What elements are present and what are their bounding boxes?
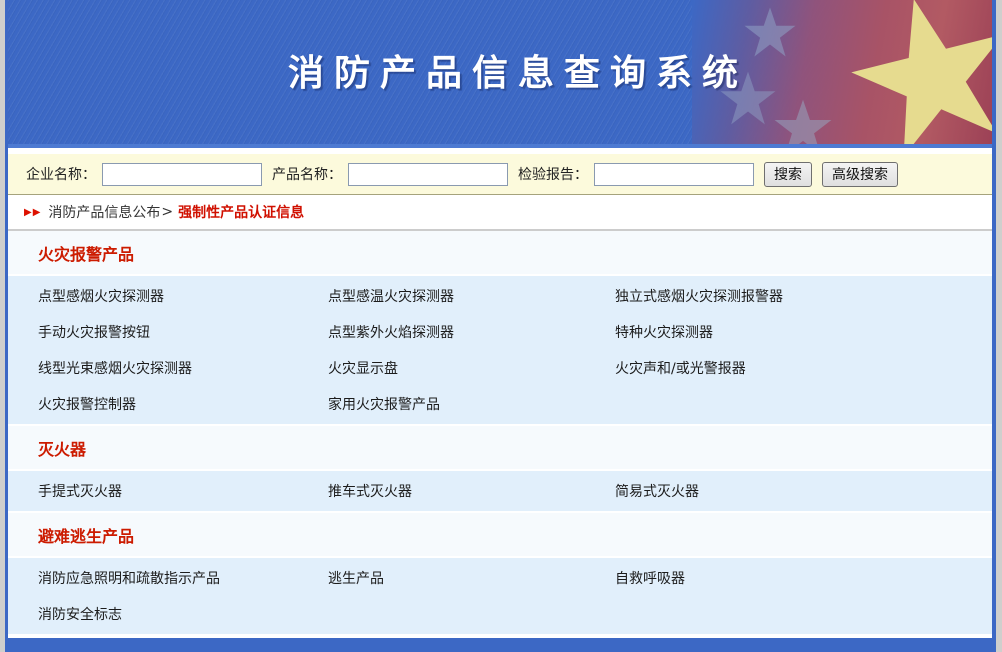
advanced-search-button[interactable]: 高级搜索 xyxy=(822,162,898,187)
product-link[interactable]: 消防应急照明和疏散指示产品 xyxy=(38,568,328,588)
section-title: 火灾报警产品 xyxy=(8,231,992,276)
empty-cell xyxy=(615,394,992,414)
product-link[interactable]: 火灾声和/或光警报器 xyxy=(615,358,992,378)
product-row: 点型感烟火灾探测器点型感温火灾探测器独立式感烟火灾探测报警器 xyxy=(8,278,992,314)
section-items: 手提式灭火器推车式灭火器简易式灭火器 xyxy=(8,471,992,513)
product-link[interactable]: 逃生产品 xyxy=(328,568,615,588)
product-link[interactable]: 线型光束感烟火灾探测器 xyxy=(38,358,328,378)
company-name-input[interactable] xyxy=(102,163,262,186)
product-link[interactable]: 独立式感烟火灾探测报警器 xyxy=(615,286,992,306)
section-title: 避难逃生产品 xyxy=(8,513,992,558)
product-link[interactable]: 点型紫外火焰探测器 xyxy=(328,322,615,342)
product-row: 消防安全标志 xyxy=(8,596,992,632)
product-link[interactable]: 点型感温火灾探测器 xyxy=(328,286,615,306)
product-row: 线型光束感烟火灾探测器火灾显示盘火灾声和/或光警报器 xyxy=(8,350,992,386)
header-banner: 消防产品信息查询系统 xyxy=(8,0,992,148)
product-link[interactable]: 推车式灭火器 xyxy=(328,481,615,501)
product-link[interactable]: 特种火灾探测器 xyxy=(615,322,992,342)
product-name-input[interactable] xyxy=(348,163,508,186)
breadcrumb-arrows-icon: ▶▶ xyxy=(24,207,41,218)
breadcrumb-separator: > xyxy=(161,204,173,220)
section-title: 灭火器 xyxy=(8,426,992,471)
product-row: 手提式灭火器推车式灭火器简易式灭火器 xyxy=(8,473,992,509)
breadcrumb: ▶▶ 消防产品信息公布 > 强制性产品认证信息 xyxy=(8,195,992,231)
search-button[interactable]: 搜索 xyxy=(764,162,812,187)
company-name-label: 企业名称： xyxy=(26,164,96,184)
search-area: 企业名称： 产品名称： 检验报告： 搜索 高级搜索 xyxy=(8,148,992,195)
inspection-report-label: 检验报告： xyxy=(518,164,588,184)
product-row: 火灾报警控制器家用火灾报警产品 xyxy=(8,386,992,422)
inspection-report-input[interactable] xyxy=(594,163,754,186)
product-link[interactable]: 家用火灾报警产品 xyxy=(328,394,615,414)
footer-bar xyxy=(8,638,992,652)
breadcrumb-current: 强制性产品认证信息 xyxy=(178,202,304,222)
product-link[interactable]: 火灾显示盘 xyxy=(328,358,615,378)
section-items: 点型感烟火灾探测器点型感温火灾探测器独立式感烟火灾探测报警器手动火灾报警按钮点型… xyxy=(8,276,992,426)
product-name-label: 产品名称： xyxy=(272,164,342,184)
product-row: 消防应急照明和疏散指示产品逃生产品自救呼吸器 xyxy=(8,560,992,596)
product-link[interactable]: 简易式灭火器 xyxy=(615,481,992,501)
page-title: 消防产品信息查询系统 xyxy=(26,0,992,96)
product-row: 手动火灾报警按钮点型紫外火焰探测器特种火灾探测器 xyxy=(8,314,992,350)
empty-cell xyxy=(328,604,615,624)
product-link[interactable]: 手提式灭火器 xyxy=(38,481,328,501)
product-link[interactable]: 点型感烟火灾探测器 xyxy=(38,286,328,306)
search-bar: 企业名称： 产品名称： 检验报告： 搜索 高级搜索 xyxy=(8,154,992,195)
product-link[interactable]: 手动火灾报警按钮 xyxy=(38,322,328,342)
flag-small-star-icon xyxy=(774,98,832,148)
product-link[interactable]: 消防安全标志 xyxy=(38,604,328,624)
product-link[interactable]: 火灾报警控制器 xyxy=(38,394,328,414)
product-link[interactable]: 自救呼吸器 xyxy=(615,568,992,588)
page-container: 消防产品信息查询系统 企业名称： 产品名称： 检验报告： 搜索 高级搜索 ▶▶ … xyxy=(5,0,996,652)
section-items: 消防应急照明和疏散指示产品逃生产品自救呼吸器消防安全标志 xyxy=(8,558,992,636)
empty-cell xyxy=(615,604,992,624)
product-sections: 火灾报警产品点型感烟火灾探测器点型感温火灾探测器独立式感烟火灾探测报警器手动火灾… xyxy=(8,231,992,636)
breadcrumb-parent-link[interactable]: 消防产品信息公布 xyxy=(48,202,160,222)
